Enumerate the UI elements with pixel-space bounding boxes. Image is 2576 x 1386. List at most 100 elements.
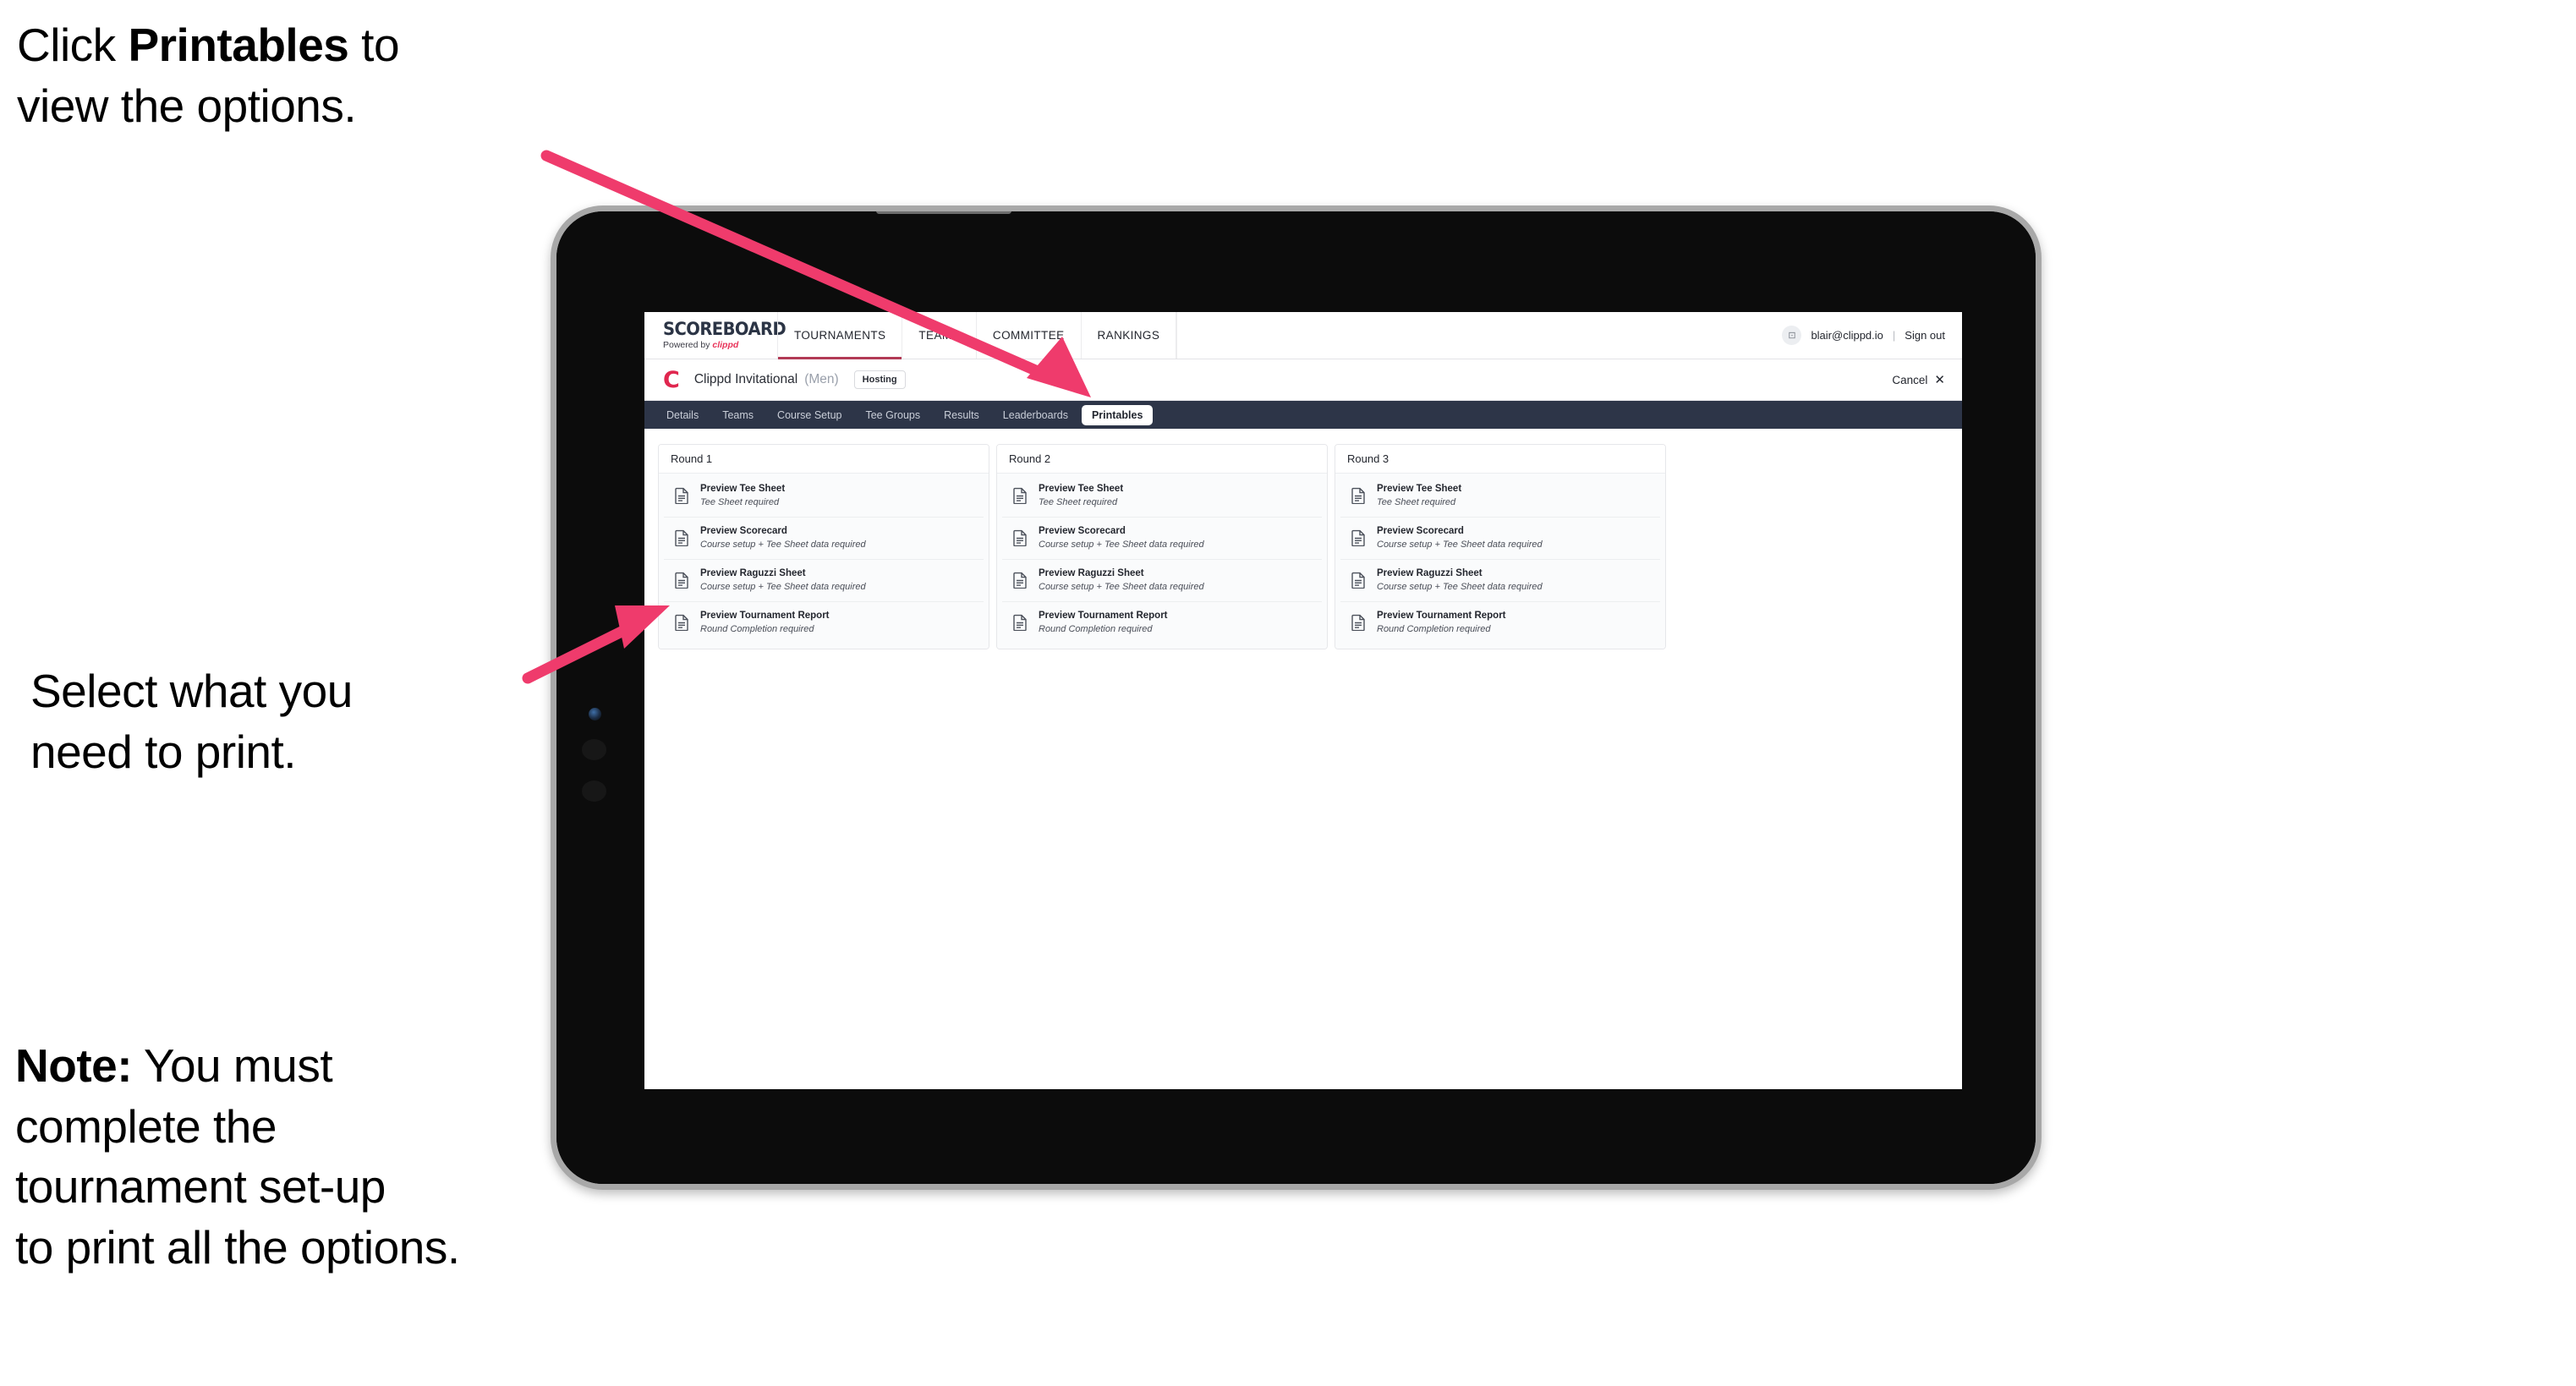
topnav-item-committee[interactable]: COMMITTEE	[975, 312, 1082, 359]
list-item-title: Preview Tee Sheet	[1377, 484, 1462, 494]
document-icon	[1351, 487, 1366, 505]
user-email: blair@clippd.io	[1811, 329, 1883, 342]
list-item-text: Preview Scorecard Course setup + Tee She…	[1039, 526, 1204, 551]
document-icon	[675, 529, 689, 547]
tournament-header: C Clippd Invitational (Men) Hosting Canc…	[644, 359, 1962, 401]
document-icon	[1013, 614, 1028, 632]
list-item[interactable]: Preview Tournament Report Round Completi…	[664, 602, 984, 644]
tournament-name: Clippd Invitational	[693, 372, 798, 386]
round-items-list: Preview Tee Sheet Tee Sheet required Pre…	[1335, 474, 1665, 649]
topnav-label: TOURNAMENTS	[794, 329, 886, 342]
tab-printables[interactable]: Printables	[1081, 404, 1154, 425]
list-item-text: Preview Tournament Report Round Completi…	[1377, 611, 1506, 635]
tab-course-setup[interactable]: Course Setup	[767, 405, 852, 425]
annotation-1-bold: Printables	[128, 19, 349, 71]
list-item-title: Preview Raguzzi Sheet	[1039, 567, 1144, 578]
tournament-subtab-bar: Details Teams Course Setup Tee Groups Re…	[644, 401, 1962, 429]
document-icon	[1013, 529, 1028, 547]
list-item-subtitle: Round Completion required	[1377, 623, 1491, 634]
annotation-select-to-print: Select what you need to print.	[30, 665, 353, 778]
list-item-subtitle: Round Completion required	[700, 623, 814, 634]
tablet-bezel: SCOREBOARD Powered by clippd TOURNAMENTS…	[556, 211, 2036, 1184]
list-item[interactable]: Preview Tee Sheet Tee Sheet required	[664, 475, 984, 518]
list-item-title: Preview Tournament Report	[700, 610, 830, 621]
list-item-text: Preview Tee Sheet Tee Sheet required	[700, 484, 785, 508]
list-item-title: Preview Raguzzi Sheet	[700, 567, 806, 578]
round-title: Round 3	[1335, 445, 1665, 474]
list-item-subtitle: Tee Sheet required	[1039, 496, 1118, 507]
topnav-item-teams[interactable]: TEAMS	[902, 312, 977, 359]
front-camera-icon	[589, 708, 601, 720]
list-item-subtitle: Course setup + Tee Sheet data required	[700, 581, 866, 592]
list-item-title: Preview Tournament Report	[1377, 610, 1506, 621]
annotation-3-bold: Note:	[15, 1039, 133, 1092]
round-column: Round 1 Preview Tee Sheet Tee Sheet requ…	[658, 444, 989, 649]
document-icon	[675, 614, 689, 632]
list-item[interactable]: Preview Raguzzi Sheet Course setup + Tee…	[664, 560, 984, 602]
document-icon	[1013, 572, 1028, 589]
list-item[interactable]: Preview Scorecard Course setup + Tee She…	[1002, 518, 1322, 560]
list-item-text: Preview Tee Sheet Tee Sheet required	[1039, 484, 1123, 508]
list-item-text: Preview Raguzzi Sheet Course setup + Tee…	[700, 568, 866, 593]
list-item-subtitle: Tee Sheet required	[1377, 496, 1456, 507]
cancel-label: Cancel	[1892, 373, 1928, 386]
round-title: Round 1	[659, 445, 989, 474]
document-icon	[1351, 529, 1366, 547]
brand-wordmark: SCOREBOARD	[663, 319, 787, 340]
list-item-title: Preview Scorecard	[1039, 525, 1126, 536]
user-account-area: ⊡ blair@clippd.io | Sign out	[1770, 312, 1962, 359]
list-item[interactable]: Preview Tee Sheet Tee Sheet required	[1340, 475, 1660, 518]
document-icon	[675, 572, 689, 589]
list-item[interactable]: Preview Tee Sheet Tee Sheet required	[1002, 475, 1322, 518]
round-items-list: Preview Tee Sheet Tee Sheet required Pre…	[659, 474, 989, 649]
status-badge: Hosting	[853, 370, 906, 389]
clippd-mark: clippd	[712, 340, 739, 351]
list-item[interactable]: Preview Raguzzi Sheet Course setup + Tee…	[1340, 560, 1660, 602]
user-separator: |	[1892, 329, 1896, 342]
list-item-title: Preview Tee Sheet	[700, 484, 786, 494]
list-item[interactable]: Preview Scorecard Course setup + Tee She…	[664, 518, 984, 560]
speaker-grille-icon	[876, 211, 1011, 214]
list-item[interactable]: Preview Tournament Report Round Completi…	[1002, 602, 1322, 644]
sign-out-link[interactable]: Sign out	[1905, 329, 1945, 342]
sensor-dot-icon	[582, 739, 606, 760]
list-item-title: Preview Tournament Report	[1039, 610, 1168, 621]
document-icon	[675, 487, 689, 505]
topnav-label: RANKINGS	[1097, 329, 1160, 342]
avatar-glyph-icon: ⊡	[1788, 331, 1796, 341]
document-icon	[1351, 614, 1366, 632]
tab-teams[interactable]: Teams	[712, 405, 764, 425]
tab-details[interactable]: Details	[656, 405, 709, 425]
topnav-label: COMMITTEE	[992, 329, 1065, 342]
round-column: Round 2 Preview Tee Sheet Tee Sheet requ…	[996, 444, 1328, 649]
list-item-subtitle: Course setup + Tee Sheet data required	[700, 539, 866, 550]
list-item-subtitle: Tee Sheet required	[700, 496, 780, 507]
annotation-click-printables: Click Printables to view the options.	[17, 15, 575, 136]
document-icon	[1351, 572, 1366, 589]
sensor-dot-icon	[582, 781, 606, 802]
list-item[interactable]: Preview Raguzzi Sheet Course setup + Tee…	[1002, 560, 1322, 602]
list-item-text: Preview Tee Sheet Tee Sheet required	[1377, 484, 1461, 508]
list-item-subtitle: Course setup + Tee Sheet data required	[1039, 539, 1204, 550]
cancel-button[interactable]: Cancel ✕	[1892, 372, 1945, 387]
tab-tee-groups[interactable]: Tee Groups	[855, 405, 930, 425]
list-item[interactable]: Preview Scorecard Course setup + Tee She…	[1340, 518, 1660, 560]
tournament-gender: (Men)	[804, 372, 839, 386]
topnav-spacer	[1176, 312, 1770, 359]
tab-results[interactable]: Results	[934, 405, 989, 425]
annotation-1-pre: Click	[17, 19, 129, 71]
list-item-title: Preview Scorecard	[1377, 525, 1464, 536]
list-item-text: Preview Raguzzi Sheet Course setup + Tee…	[1039, 568, 1204, 593]
tab-leaderboards[interactable]: Leaderboards	[993, 405, 1078, 425]
list-item-title: Preview Scorecard	[700, 525, 787, 536]
scoreboard-logo[interactable]: SCOREBOARD Powered by clippd	[644, 312, 787, 359]
global-top-navbar: SCOREBOARD Powered by clippd TOURNAMENTS…	[644, 312, 1962, 359]
list-item-title: Preview Raguzzi Sheet	[1377, 567, 1483, 578]
close-icon: ✕	[1934, 373, 1945, 387]
avatar[interactable]: ⊡	[1782, 326, 1802, 345]
topnav-item-rankings[interactable]: RANKINGS	[1080, 312, 1177, 359]
topnav-item-tournaments[interactable]: TOURNAMENTS	[777, 312, 903, 359]
list-item[interactable]: Preview Tournament Report Round Completi…	[1340, 602, 1660, 644]
list-item-text: Preview Scorecard Course setup + Tee She…	[700, 526, 866, 551]
list-item-text: Preview Raguzzi Sheet Course setup + Tee…	[1377, 568, 1543, 593]
